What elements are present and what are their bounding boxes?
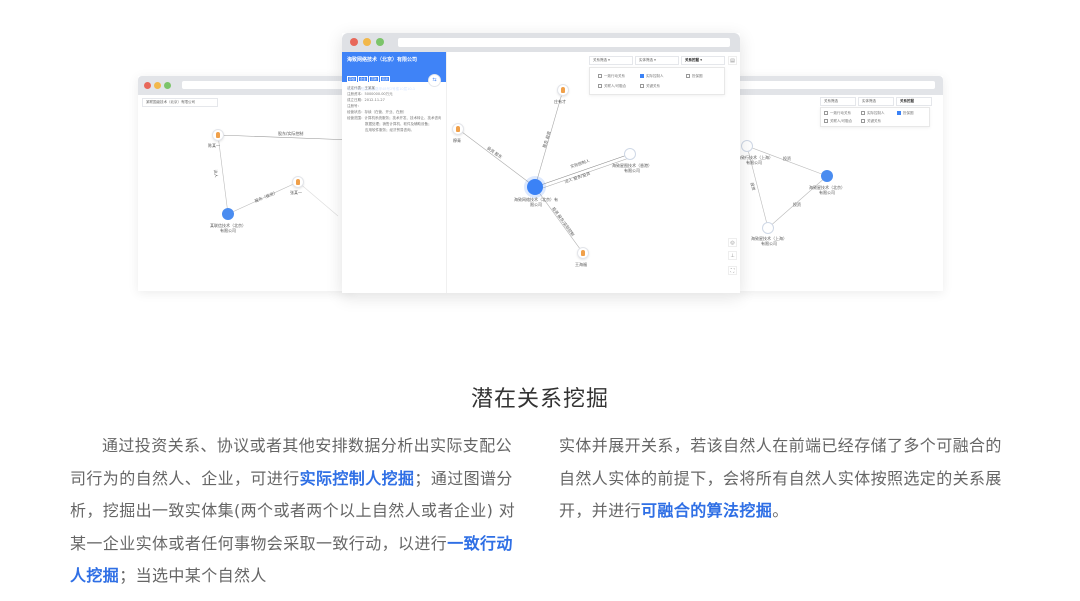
checkbox[interactable] [686, 74, 690, 78]
graph-canvas [746, 145, 828, 229]
option-item[interactable]: 关联人/可融合 [598, 84, 626, 89]
option-item[interactable]: 一致行动关系 [598, 74, 625, 79]
graph-canvas [217, 134, 353, 217]
option-item[interactable]: 关键关系 [640, 84, 660, 89]
mining-options: 一致行动关系 实际控制人 担保圈 关联人/可融合 关键关系 [589, 67, 725, 95]
tag: 投资 [380, 76, 391, 82]
option-label: 实际控制人 [646, 74, 664, 78]
left-paragraph: 通过投资关系、协议或者其他安排数据分析出实际支配公司行为的自然人、企业，可进行实… [70, 430, 525, 593]
person-node[interactable] [212, 129, 224, 141]
right-paragraph: 实体并展开关系，若该自然人在前端已经存储了多个可融合的自然人实体的前提下，会将所… [559, 430, 1014, 528]
node-label: 海致网络技术（北京）有限公司 [514, 197, 558, 207]
option-label: 担保圈 [692, 74, 703, 78]
option-item[interactable]: 实际控制人 [640, 74, 664, 79]
option-label: 关键关系 [646, 84, 660, 88]
relation-mining-filter[interactable]: 关系挖掘 ▾ [681, 56, 725, 65]
highlight-text: 可融合的算法挖掘 [641, 501, 773, 521]
right-preview-window: 关系筛选 实体筛选 关系挖掘 一致行动关系 实际控制人 担保圈 关联人/可融合 … [735, 76, 943, 291]
node-label: 某联信技术（北京）有限公司 [210, 223, 246, 233]
tag: 高新 [369, 76, 380, 82]
entity-filter[interactable]: 实体筛选 ▾ [635, 56, 679, 65]
option-label: 关联人/可融合 [604, 84, 627, 88]
company-node[interactable] [222, 208, 234, 220]
person-node[interactable] [557, 84, 569, 96]
node-label: 海致星技术（上海）有限公司 [751, 236, 787, 246]
filter-label: 实体筛选 [639, 58, 653, 62]
tag: 企业 [358, 76, 369, 82]
share-icon[interactable]: ⇆ [428, 74, 441, 87]
option-label: 一致行动关系 [604, 74, 625, 78]
company-detail-panel: 海致网络技术（北京）有限公司 存续 企业 高新 投资 北京市海淀区知春路甲48号2号楼… [342, 52, 447, 293]
checkbox[interactable] [640, 84, 644, 88]
edge-label: 投资 [793, 202, 801, 207]
section-heading: 潜在关系挖掘 [470, 387, 609, 412]
node-label: 海致星图技术（香港）有限公司 [612, 163, 652, 173]
paragraph-text: 。 [772, 501, 789, 521]
main-app-window: 投资 股东 股东 投资 实际控制人 法人 股东/投资 投资 股东/实际控制 海致… [342, 33, 740, 293]
tag: 存续 [347, 76, 358, 82]
checkbox[interactable] [640, 74, 644, 78]
node-label: 张某一 [290, 190, 302, 195]
node-label: 庄有才 [554, 99, 566, 104]
node-label: 海致星技术（北京）有限公司 [809, 185, 845, 195]
person-node[interactable] [292, 176, 304, 188]
relation-filter[interactable]: 关系筛选 ▾ [589, 56, 633, 65]
person-node[interactable] [577, 247, 589, 259]
target-icon[interactable]: ◎ [728, 238, 737, 247]
node-label: 陈某一 [208, 143, 220, 148]
company-node[interactable] [624, 148, 636, 160]
filter-label: 关系挖掘 [685, 58, 699, 62]
node-label: 海致行技术（上海）有限公司 [737, 155, 771, 165]
edge-label: 股东/实际控制 [278, 131, 304, 136]
filter-bar: 关系筛选 ▾ 实体筛选 ▾ 关系挖掘 ▾ [589, 56, 725, 65]
checkbox[interactable] [598, 74, 602, 78]
paragraph-text: ；当选中某个自然人 [119, 566, 267, 586]
highlight-text: 实际控制人挖掘 [299, 468, 415, 488]
option-item[interactable]: 担保圈 [686, 74, 703, 79]
company-node[interactable] [821, 170, 833, 182]
company-node[interactable] [741, 140, 753, 152]
checkbox[interactable] [598, 84, 602, 88]
fullscreen-icon[interactable]: ⛶ [728, 266, 737, 275]
left-preview-window: 某联国级技术（北京）有限公司 股东/实际控制 法人 股东（投资） 陈某一 张某一… [138, 76, 353, 291]
graph-edge [297, 181, 339, 217]
filter-label: 关系筛选 [593, 58, 607, 62]
edge-label: 投资 [783, 156, 791, 161]
graph-edge [457, 128, 536, 188]
selected-company-node[interactable] [527, 179, 543, 195]
company-title: 海致网络技术（北京）有限公司 [347, 57, 418, 63]
anchor-icon[interactable]: ⊥ [728, 251, 737, 260]
comment-icon[interactable]: ▤ [728, 56, 737, 65]
node-label: 穆青 [453, 138, 461, 143]
company-node[interactable] [762, 222, 774, 234]
person-node[interactable] [452, 123, 464, 135]
info-row: 应用软件服务；经济贸易咨询。 [365, 128, 414, 132]
node-label: 王海福 [575, 262, 587, 267]
